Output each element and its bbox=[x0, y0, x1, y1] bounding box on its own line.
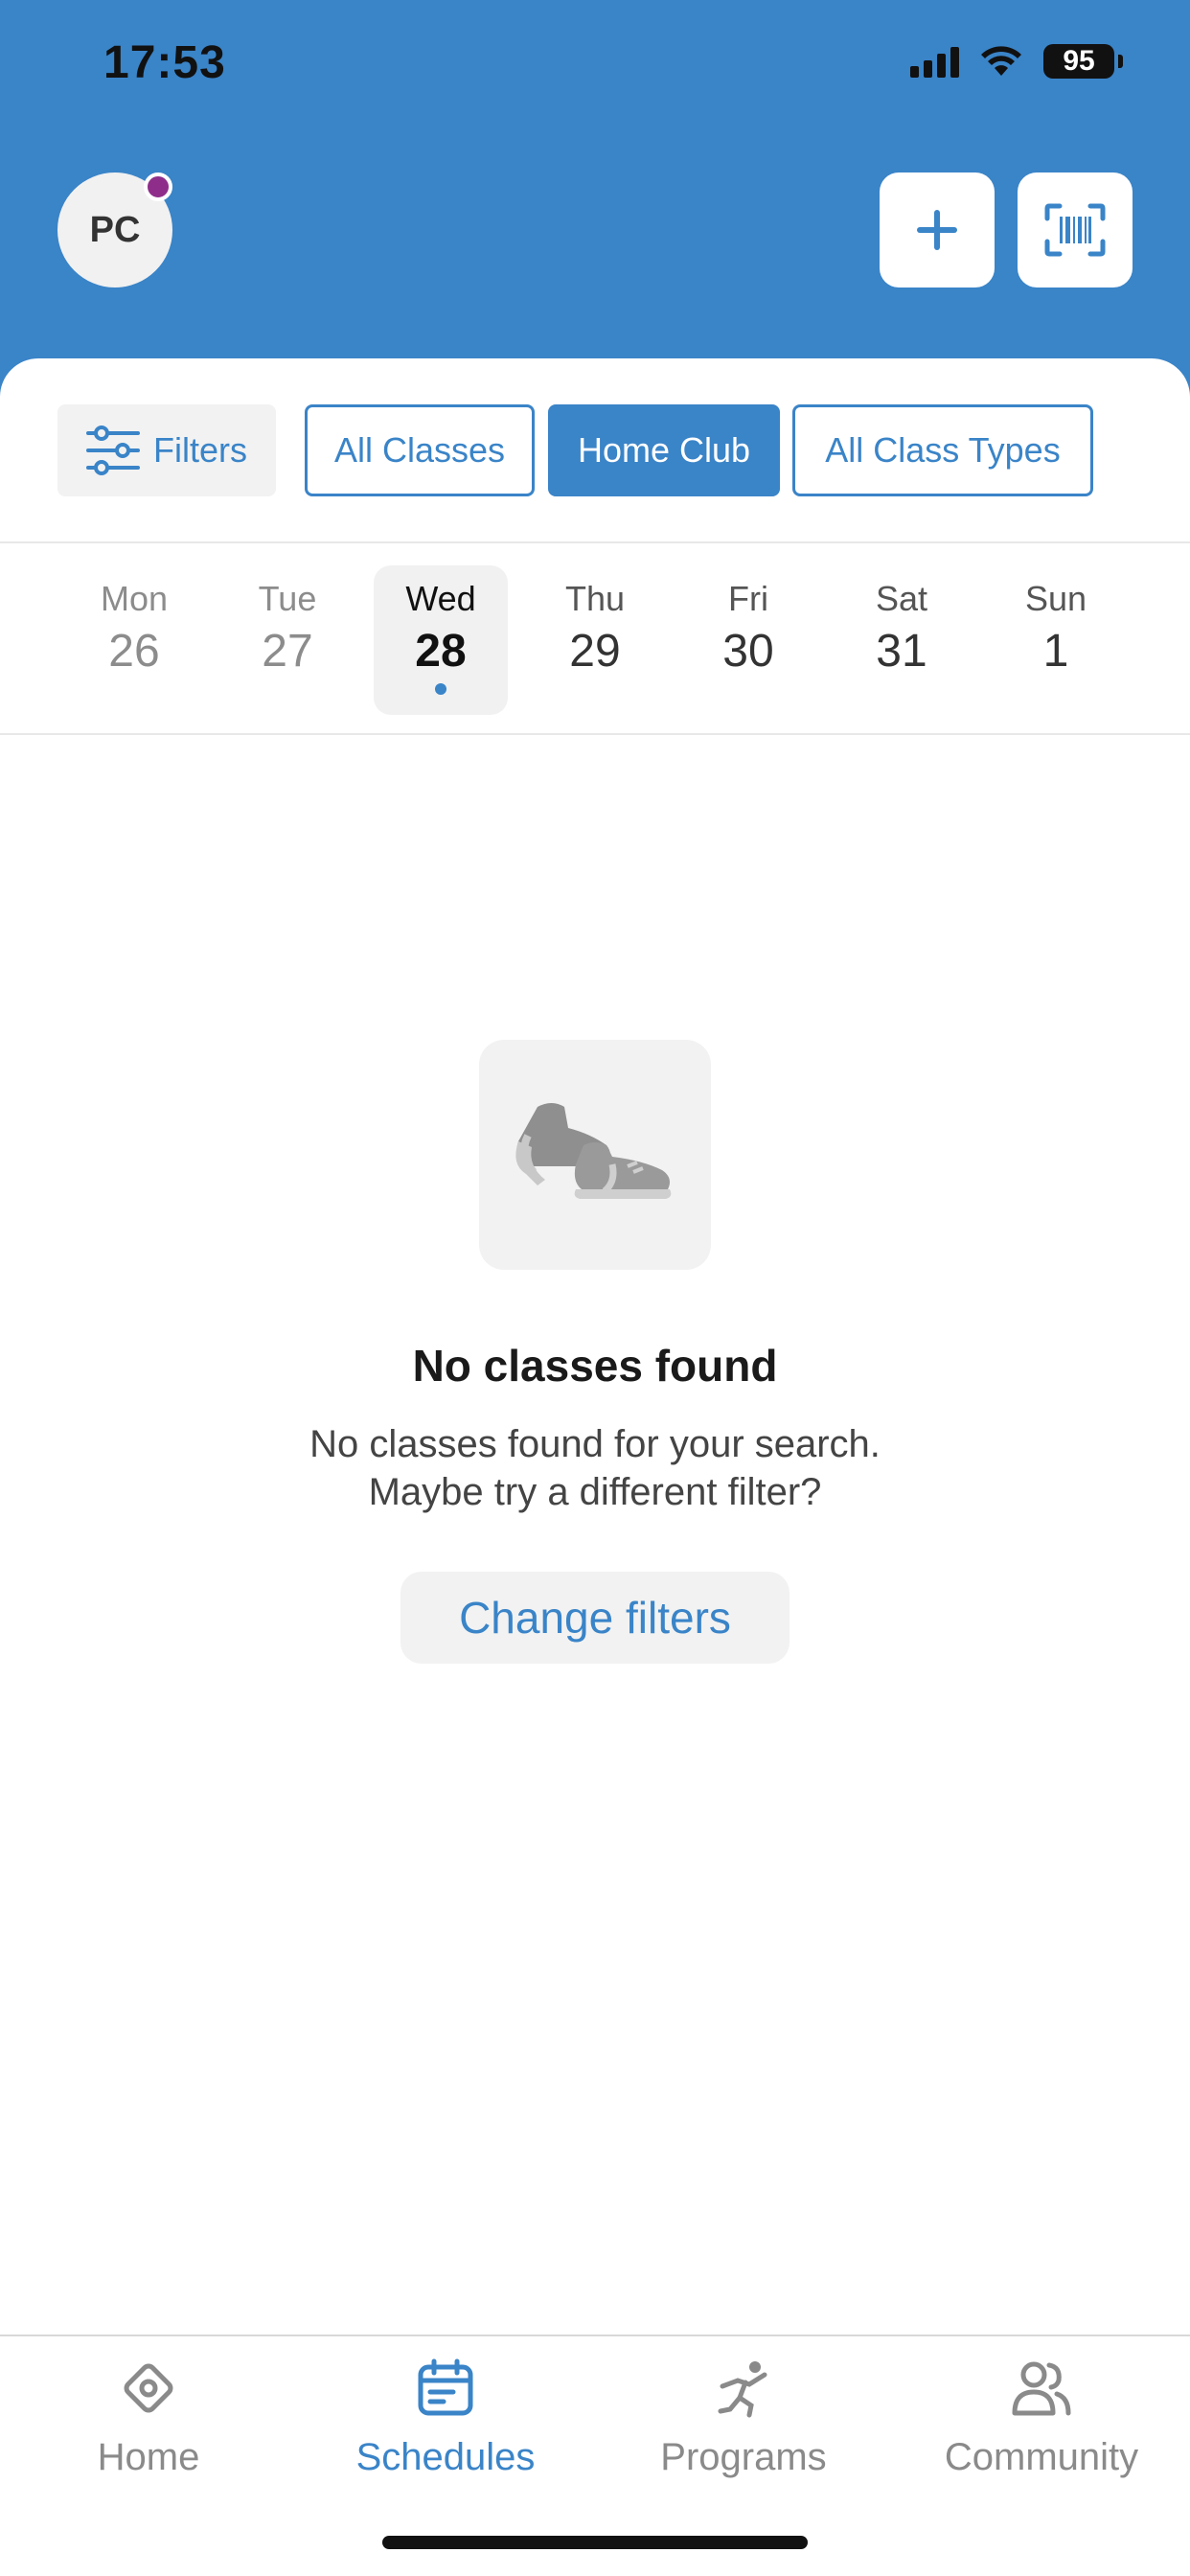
barcode-scan-button[interactable] bbox=[1018, 172, 1133, 288]
filters-button[interactable]: Filters bbox=[57, 404, 276, 496]
day-name: Sun bbox=[1024, 579, 1087, 618]
day-number: 28 bbox=[415, 626, 467, 677]
chip-all-class-types[interactable]: All Class Types bbox=[792, 404, 1093, 496]
day-mon[interactable]: Mon 26 bbox=[67, 565, 201, 715]
day-number: 1 bbox=[1042, 626, 1069, 677]
add-button[interactable] bbox=[880, 172, 995, 288]
day-name: Sat bbox=[875, 579, 928, 618]
day-name: Fri bbox=[728, 579, 768, 618]
status-icons: 95 bbox=[910, 44, 1123, 79]
home-icon bbox=[124, 2363, 173, 2413]
divider bbox=[0, 541, 1190, 543]
empty-state-description: No classes found for your search. Maybe … bbox=[0, 1420, 1190, 1516]
tab-label: Programs bbox=[660, 2436, 827, 2478]
tab-label: Schedules bbox=[355, 2436, 536, 2478]
tab-community[interactable]: Community bbox=[907, 2348, 1176, 2492]
day-name: Thu bbox=[564, 579, 626, 618]
change-filters-button[interactable]: Change filters bbox=[400, 1572, 790, 1664]
people-icon bbox=[1012, 2361, 1071, 2416]
day-number: 31 bbox=[876, 626, 927, 677]
day-name: Wed bbox=[405, 579, 476, 618]
day-number: 27 bbox=[262, 626, 313, 677]
day-number: 30 bbox=[722, 626, 774, 677]
home-indicator bbox=[382, 2536, 808, 2549]
cellular-signal-icon bbox=[910, 45, 959, 78]
calendar-icon bbox=[418, 2358, 473, 2416]
tab-home[interactable]: Home bbox=[14, 2348, 283, 2492]
tab-schedules[interactable]: Schedules bbox=[311, 2348, 580, 2492]
day-sun[interactable]: Sun 1 bbox=[989, 565, 1123, 715]
day-thu[interactable]: Thu 29 bbox=[528, 565, 662, 715]
schedules-screen: 17:53 95 PC Filters All Classes Home Clu… bbox=[0, 0, 1190, 2576]
plus-icon bbox=[917, 210, 957, 250]
tab-label: Community bbox=[944, 2436, 1139, 2478]
barcode-scan-icon bbox=[1044, 203, 1106, 257]
notification-dot bbox=[144, 172, 172, 201]
day-name: Tue bbox=[258, 579, 317, 618]
empty-state-line-1: No classes found for your search. bbox=[309, 1423, 881, 1465]
day-name: Mon bbox=[100, 579, 169, 618]
app-header: 17:53 95 PC bbox=[0, 0, 1190, 402]
empty-illustration bbox=[479, 1040, 711, 1270]
day-number: 26 bbox=[108, 626, 160, 677]
day-fri[interactable]: Fri 30 bbox=[681, 565, 815, 715]
day-tue[interactable]: Tue 27 bbox=[220, 565, 355, 715]
empty-state-line-2: Maybe try a different filter? bbox=[368, 1471, 822, 1513]
day-wed[interactable]: Wed 28 bbox=[374, 565, 508, 715]
running-icon bbox=[718, 2361, 767, 2418]
sliders-icon bbox=[86, 426, 140, 475]
battery-icon: 95 bbox=[1043, 44, 1114, 79]
wifi-icon bbox=[981, 46, 1021, 76]
day-sat[interactable]: Sat 31 bbox=[835, 565, 969, 715]
tab-label: Home bbox=[97, 2436, 200, 2478]
tab-programs[interactable]: Programs bbox=[609, 2348, 878, 2492]
day-number: 29 bbox=[569, 626, 621, 677]
status-time: 17:53 bbox=[103, 37, 226, 88]
empty-state-title: No classes found bbox=[412, 1341, 778, 1391]
battery-cap bbox=[1118, 55, 1123, 68]
chip-all-classes[interactable]: All Classes bbox=[305, 404, 535, 496]
filters-label: Filters bbox=[153, 430, 247, 470]
divider bbox=[0, 733, 1190, 735]
sneakers-icon bbox=[515, 1103, 672, 1199]
selected-day-dot bbox=[435, 683, 446, 695]
chip-home-club[interactable]: Home Club bbox=[548, 404, 780, 496]
